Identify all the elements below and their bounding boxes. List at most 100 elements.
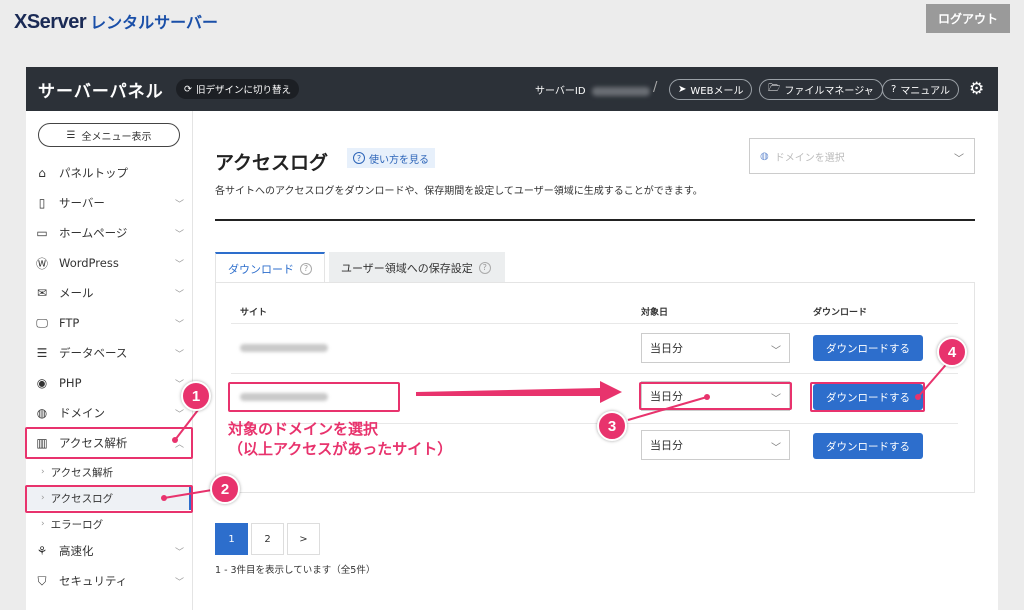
folder-icon: 🗁 bbox=[768, 83, 781, 94]
column-header-download: ダウンロード bbox=[813, 308, 868, 318]
sidebar-item-security[interactable]: ⛉ セキュリティ ﹀ bbox=[26, 566, 192, 596]
sidebar-item-wordpress[interactable]: Ⓦ WordPress ﹀ bbox=[26, 248, 192, 278]
server-id-value-masked bbox=[591, 86, 650, 96]
sidebar-item-homepage[interactable]: ▭ ホームページ ﹀ bbox=[26, 218, 192, 248]
result-count: 1 - 3件目を表示しています（全5件） bbox=[215, 565, 376, 576]
sub-item-error-log[interactable]: › エラーログ bbox=[26, 512, 192, 536]
tab-user-area-save-settings[interactable]: ユーザー領域への保存設定 ? bbox=[329, 252, 505, 283]
server-id-label: サーバーID bbox=[535, 86, 586, 97]
panel-title: サーバーパネル bbox=[38, 82, 164, 102]
tab-download[interactable]: ダウンロード ? bbox=[215, 252, 325, 283]
header-separator: / bbox=[653, 80, 658, 95]
step-badge-3: 3 bbox=[597, 411, 627, 441]
how-to-use-button[interactable]: ? 使い方を見る bbox=[347, 148, 435, 168]
next-page-button[interactable]: > bbox=[287, 523, 320, 555]
sidebar-item-label: サーバー bbox=[59, 196, 105, 210]
highlight-access-log bbox=[25, 485, 193, 513]
logo-main: XServer bbox=[14, 11, 87, 33]
sidebar: ☰ 全メニュー表示 ⌂ パネルトップ ▯ サーバー ﹀ ▭ ホームページ ﹀ Ⓦ… bbox=[26, 111, 193, 610]
highlight-download-button bbox=[810, 382, 925, 412]
domain-select[interactable]: ◍ ドメインを選択 ﹀ bbox=[749, 138, 975, 174]
question-icon: ? bbox=[353, 152, 365, 164]
chevron-down-icon: ﹀ bbox=[174, 320, 184, 330]
manual-button[interactable]: ? マニュアル bbox=[882, 79, 960, 100]
tab-label: ダウンロード bbox=[228, 262, 294, 276]
domain-select-placeholder: ドメインを選択 bbox=[774, 152, 845, 164]
browser-icon: ▭ bbox=[36, 226, 48, 240]
web-mail-button[interactable]: ➤ WEBメール bbox=[669, 79, 753, 100]
server-icon: ▯ bbox=[38, 196, 46, 210]
sidebar-item-label: パネルトップ bbox=[59, 166, 128, 180]
file-manager-button[interactable]: 🗁 ファイルマネージャ bbox=[759, 79, 883, 100]
step-badge-1: 1 bbox=[181, 381, 211, 411]
sidebar-item-server[interactable]: ▯ サーバー ﹀ bbox=[26, 188, 192, 218]
sidebar-item-label: ドメイン bbox=[59, 406, 105, 420]
sidebar-item-mail[interactable]: ✉ メール ﹀ bbox=[26, 278, 192, 308]
chevron-down-icon: ﹀ bbox=[174, 350, 184, 360]
wordpress-icon: Ⓦ bbox=[35, 256, 48, 271]
help-icon[interactable]: ? bbox=[478, 261, 491, 274]
sidebar-item-label: PHP bbox=[59, 376, 82, 390]
manual-label: マニュアル bbox=[900, 86, 951, 97]
download-button[interactable]: ダウンロードする bbox=[813, 335, 923, 361]
mail-icon: ✉ bbox=[36, 286, 48, 300]
sidebar-item-domain[interactable]: ◍ ドメイン ﹀ bbox=[26, 398, 192, 428]
sidebar-item-database[interactable]: ☰ データベース ﹀ bbox=[26, 338, 192, 368]
gear-icon[interactable]: ⚙ bbox=[969, 79, 984, 99]
date-select-value: 当日分 bbox=[650, 342, 683, 355]
sidebar-item-label: ホームページ bbox=[59, 226, 128, 240]
monitor-icon: 🖵 bbox=[36, 315, 48, 330]
switch-old-design-label: 旧デザインに切り替え bbox=[195, 85, 291, 96]
chevron-right-icon: › bbox=[41, 519, 45, 529]
menu-all-button[interactable]: ☰ 全メニュー表示 bbox=[38, 123, 180, 147]
step-badge-4: 4 bbox=[937, 337, 967, 367]
logo-sub: レンタルサーバー bbox=[90, 15, 218, 32]
how-to-use-label: 使い方を見る bbox=[369, 154, 429, 166]
server-panel-frame: サーバーパネル ⟳ 旧デザインに切り替え サーバーID / ➤ WEBメール 🗁… bbox=[26, 67, 998, 610]
highlight-access-analysis bbox=[25, 427, 193, 459]
date-select[interactable]: 当日分 ﹀ bbox=[641, 430, 790, 460]
question-icon: ? bbox=[891, 84, 897, 95]
hamburger-icon: ☰ bbox=[66, 129, 76, 141]
sidebar-item-panel-top[interactable]: ⌂ パネルトップ bbox=[26, 158, 192, 188]
sidebar-item-label: 高速化 bbox=[59, 544, 94, 558]
annotation-line-1: 対象のドメインを選択 bbox=[228, 420, 379, 438]
chevron-right-icon: › bbox=[41, 467, 45, 477]
sidebar-item-ftp[interactable]: 🖵 FTP ﹀ bbox=[26, 308, 192, 338]
xserver-logo[interactable]: XServer レンタルサーバー bbox=[14, 9, 218, 34]
site-name-masked bbox=[240, 344, 328, 352]
title-divider bbox=[215, 219, 975, 221]
database-icon: ☰ bbox=[36, 346, 48, 360]
sidebar-item-php[interactable]: ◉ PHP ﹀ bbox=[26, 368, 192, 398]
speed-icon: ⚘ bbox=[36, 544, 48, 558]
page-1-button[interactable]: 1 bbox=[215, 523, 248, 555]
page-title: アクセスログ bbox=[215, 152, 329, 174]
sidebar-item-label: メール bbox=[59, 286, 94, 300]
row-divider bbox=[231, 373, 958, 374]
chevron-down-icon: ﹀ bbox=[174, 290, 184, 300]
download-button[interactable]: ダウンロードする bbox=[813, 433, 923, 459]
annotation-text: 対象のドメインを選択 （以上アクセスがあったサイト） bbox=[228, 419, 452, 459]
page-description: 各サイトへのアクセスログをダウンロードや、保存期間を設定してユーザー領域に生成す… bbox=[215, 186, 703, 197]
row-divider bbox=[231, 323, 958, 324]
logout-button[interactable]: ログアウト bbox=[926, 4, 1010, 33]
sidebar-item-speedup[interactable]: ⚘ 高速化 ﹀ bbox=[26, 536, 192, 566]
page-2-button[interactable]: 2 bbox=[251, 523, 284, 555]
highlight-site bbox=[228, 382, 400, 412]
menu-all-label: 全メニュー表示 bbox=[81, 131, 152, 143]
home-icon: ⌂ bbox=[38, 166, 46, 180]
chevron-down-icon: ﹀ bbox=[174, 200, 184, 210]
switch-old-design-button[interactable]: ⟳ 旧デザインに切り替え bbox=[176, 79, 299, 99]
web-mail-label: WEBメール bbox=[690, 86, 744, 97]
refresh-icon: ⟳ bbox=[184, 83, 192, 95]
server-id: サーバーID bbox=[535, 82, 650, 97]
file-manager-label: ファイルマネージャ bbox=[784, 86, 874, 97]
top-bar: XServer レンタルサーバー ログアウト bbox=[0, 0, 1024, 40]
tab-label: ユーザー領域への保存設定 bbox=[341, 261, 473, 275]
date-select[interactable]: 当日分 ﹀ bbox=[641, 333, 790, 363]
help-icon[interactable]: ? bbox=[300, 262, 312, 275]
sidebar-item-label: FTP bbox=[59, 316, 80, 330]
sub-item-access-analysis[interactable]: › アクセス解析 bbox=[26, 460, 192, 484]
paper-plane-icon: ➤ bbox=[678, 84, 687, 95]
chevron-down-icon: ﹀ bbox=[174, 230, 184, 240]
